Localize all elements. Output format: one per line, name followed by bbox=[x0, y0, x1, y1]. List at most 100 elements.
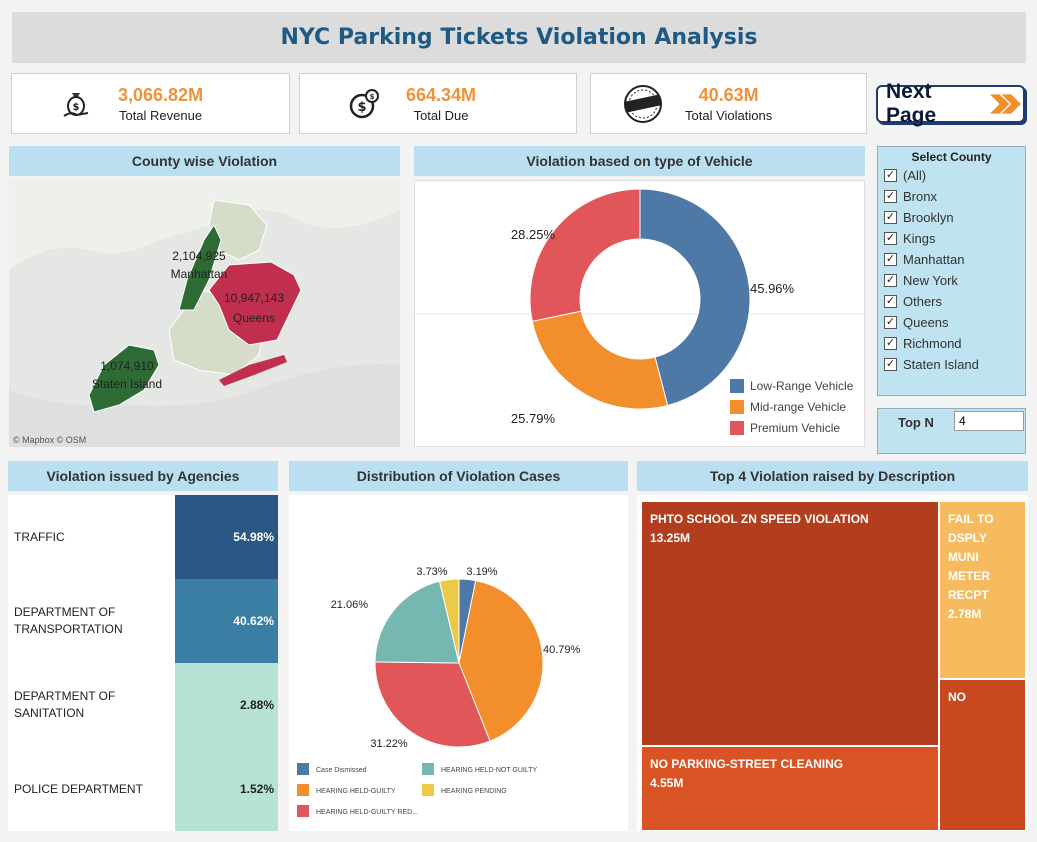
agency-name: TRAFFIC bbox=[14, 530, 65, 544]
map-label-value: 2,104,925 bbox=[172, 249, 226, 263]
filter-option[interactable]: ✓ (All) bbox=[878, 165, 1025, 186]
top-n-input[interactable] bbox=[954, 411, 1024, 431]
svg-text:$: $ bbox=[357, 100, 366, 115]
filter-option[interactable]: ✓ Richmond bbox=[878, 333, 1025, 354]
agency-row[interactable]: DEPARTMENT OF TRANSPORTATION 40.62% bbox=[8, 579, 278, 663]
filter-option[interactable]: ✓ Queens bbox=[878, 312, 1025, 333]
vehicle-chart-title: Violation based on type of Vehicle bbox=[414, 146, 865, 176]
filter-option[interactable]: ✓ Manhattan bbox=[878, 249, 1025, 270]
checkbox[interactable]: ✓ bbox=[884, 232, 897, 245]
checkbox[interactable]: ✓ bbox=[884, 337, 897, 350]
legend-label: HEARING HELD-NOT GUILTY bbox=[441, 767, 538, 774]
legend-label: HEARING HELD-GUILTY bbox=[316, 788, 396, 795]
filter-option[interactable]: ✓ Kings bbox=[878, 228, 1025, 249]
kpi-value: 40.63M bbox=[698, 84, 759, 105]
cases-chart-title: Distribution of Violation Cases bbox=[289, 461, 628, 491]
svg-text:$: $ bbox=[73, 102, 80, 113]
top-n-label: Top N bbox=[898, 415, 934, 430]
checkbox[interactable]: ✓ bbox=[884, 358, 897, 371]
kpi-total-due: $ $ 664.34M Total Due bbox=[299, 73, 577, 134]
agency-bar[interactable]: 54.98% bbox=[175, 495, 278, 579]
filter-option-label: Bronx bbox=[903, 189, 937, 204]
filter-option-label: Others bbox=[903, 294, 943, 309]
pie-value-label: 3.19% bbox=[466, 566, 497, 578]
checkbox[interactable]: ✓ bbox=[884, 316, 897, 329]
agency-bar[interactable]: 40.62% bbox=[175, 579, 278, 663]
filter-option[interactable]: ✓ Others bbox=[878, 291, 1025, 312]
legend-swatch bbox=[730, 421, 744, 435]
legend-swatch bbox=[297, 784, 309, 796]
cases-pie[interactable]: 3.19% 40.79% 31.22% 21.06% 3.73% Case Dismiss… bbox=[289, 495, 628, 831]
svg-text:$: $ bbox=[370, 93, 375, 101]
legend-swatch bbox=[730, 400, 744, 414]
treemap-cell[interactable]: NO bbox=[939, 679, 1026, 831]
treemap-cell[interactable]: PHTO SCHOOL ZN SPEED VIOLATION 13.25M bbox=[641, 501, 939, 746]
map-label-name: Queens bbox=[233, 311, 275, 325]
legend-swatch bbox=[730, 379, 744, 393]
filter-option[interactable]: ✓ Brooklyn bbox=[878, 207, 1025, 228]
checkbox[interactable]: ✓ bbox=[884, 295, 897, 308]
agency-value: 54.98% bbox=[233, 530, 274, 544]
treemap-cell-value: 13.25M bbox=[650, 531, 691, 545]
treemap-cell-label: FAIL TO DSPLY MUNI METER RECPT bbox=[948, 512, 994, 602]
double-chevron-right-icon bbox=[990, 94, 1022, 114]
legend-swatch bbox=[422, 784, 434, 796]
map-label-value: 10,947,143 bbox=[224, 291, 284, 305]
violation-stamp-icon bbox=[619, 80, 667, 128]
county-filter: Select County ✓ (All) ✓ Bronx ✓ Brooklyn ✓ King… bbox=[877, 146, 1026, 396]
treemap-cell-label: NO PARKING-STREET CLEANING bbox=[650, 757, 844, 771]
checkbox[interactable]: ✓ bbox=[884, 169, 897, 182]
legend-label: Premium Vehicle bbox=[750, 421, 840, 435]
treemap-cell[interactable]: NO PARKING-STREET CLEANING 4.55M bbox=[641, 746, 939, 831]
top-n-control: Top N bbox=[877, 408, 1026, 454]
map-attribution: © Mapbox © OSM bbox=[13, 435, 86, 445]
kpi-total-violations: 40.63M Total Violations bbox=[590, 73, 867, 134]
legend-label: HEARING HELD-GUILTY RED... bbox=[316, 809, 418, 816]
filter-title: Select County bbox=[911, 150, 992, 164]
legend-label: Mid-range Vehicle bbox=[750, 400, 846, 414]
page-title: NYC Parking Tickets Violation Analysis bbox=[280, 25, 758, 50]
title-bar: NYC Parking Tickets Violation Analysis bbox=[12, 12, 1026, 63]
donut-value-label: 25.79% bbox=[511, 411, 556, 426]
pie-value-label: 3.73% bbox=[416, 566, 447, 578]
checkbox[interactable]: ✓ bbox=[884, 211, 897, 224]
county-map[interactable]: 2,104,925 Manhattan 10,947,143 Queens 1,… bbox=[9, 180, 400, 447]
next-page-button[interactable]: Next Page bbox=[876, 80, 1025, 127]
donut-slice[interactable] bbox=[531, 310, 669, 410]
kpi-label: Total Violations bbox=[685, 107, 773, 123]
agency-bar[interactable]: 1.52% bbox=[175, 747, 278, 831]
next-page-label: Next Page bbox=[886, 80, 937, 127]
agency-row[interactable]: TRAFFIC 54.98% bbox=[8, 495, 278, 579]
agency-value: 1.52% bbox=[239, 782, 274, 796]
legend-swatch bbox=[422, 763, 434, 775]
filter-option[interactable]: ✓ Bronx bbox=[878, 186, 1025, 207]
agency-row[interactable]: POLICE DEPARTMENT 1.52% bbox=[8, 747, 278, 831]
description-treemap: PHTO SCHOOL ZN SPEED VIOLATION 13.25M NO… bbox=[637, 495, 1028, 831]
donut-slice[interactable] bbox=[529, 188, 641, 322]
filter-option[interactable]: ✓ New York bbox=[878, 270, 1025, 291]
checkbox[interactable]: ✓ bbox=[884, 253, 897, 266]
treemap-cell[interactable]: FAIL TO DSPLY MUNI METER RECPT 2.78M bbox=[939, 501, 1026, 679]
kpi-value: 3,066.82M bbox=[118, 84, 204, 105]
map-title: County wise Violation bbox=[9, 146, 400, 176]
treemap-cell-value: 2.78M bbox=[948, 607, 982, 621]
agency-bar[interactable]: 2.88% bbox=[175, 663, 278, 747]
agency-value: 40.62% bbox=[233, 614, 274, 628]
vehicle-donut[interactable]: 45.96% 25.79% 28.25% Low-Range Vehicle Mid-r… bbox=[415, 181, 866, 448]
pie-value-label: 21.06% bbox=[331, 599, 369, 611]
map-label-name: Manhattan bbox=[171, 267, 228, 281]
checkbox[interactable]: ✓ bbox=[884, 190, 897, 203]
checkbox[interactable]: ✓ bbox=[884, 274, 897, 287]
treemap-title: Top 4 Violation raised by Description bbox=[637, 461, 1028, 491]
money-bag-icon: $ bbox=[52, 80, 100, 128]
filter-option-label: Richmond bbox=[903, 336, 962, 351]
map-label-value: 1,074,910 bbox=[100, 359, 154, 373]
kpi-value: 664.34M bbox=[406, 84, 477, 105]
agency-row[interactable]: DEPARTMENT OF SANITATION 2.88% bbox=[8, 663, 278, 747]
filter-option[interactable]: ✓ Staten Island bbox=[878, 354, 1025, 375]
pie-value-label: 40.79% bbox=[543, 644, 581, 656]
agency-chart: TRAFFIC 54.98% DEPARTMENT OF TRANSPORTATIO… bbox=[8, 495, 278, 831]
treemap-cell-label: NO bbox=[948, 690, 966, 704]
filter-option-label: New York bbox=[903, 273, 958, 288]
vehicle-chart: 45.96% 25.79% 28.25% Low-Range Vehicle Mid-r… bbox=[414, 180, 866, 448]
